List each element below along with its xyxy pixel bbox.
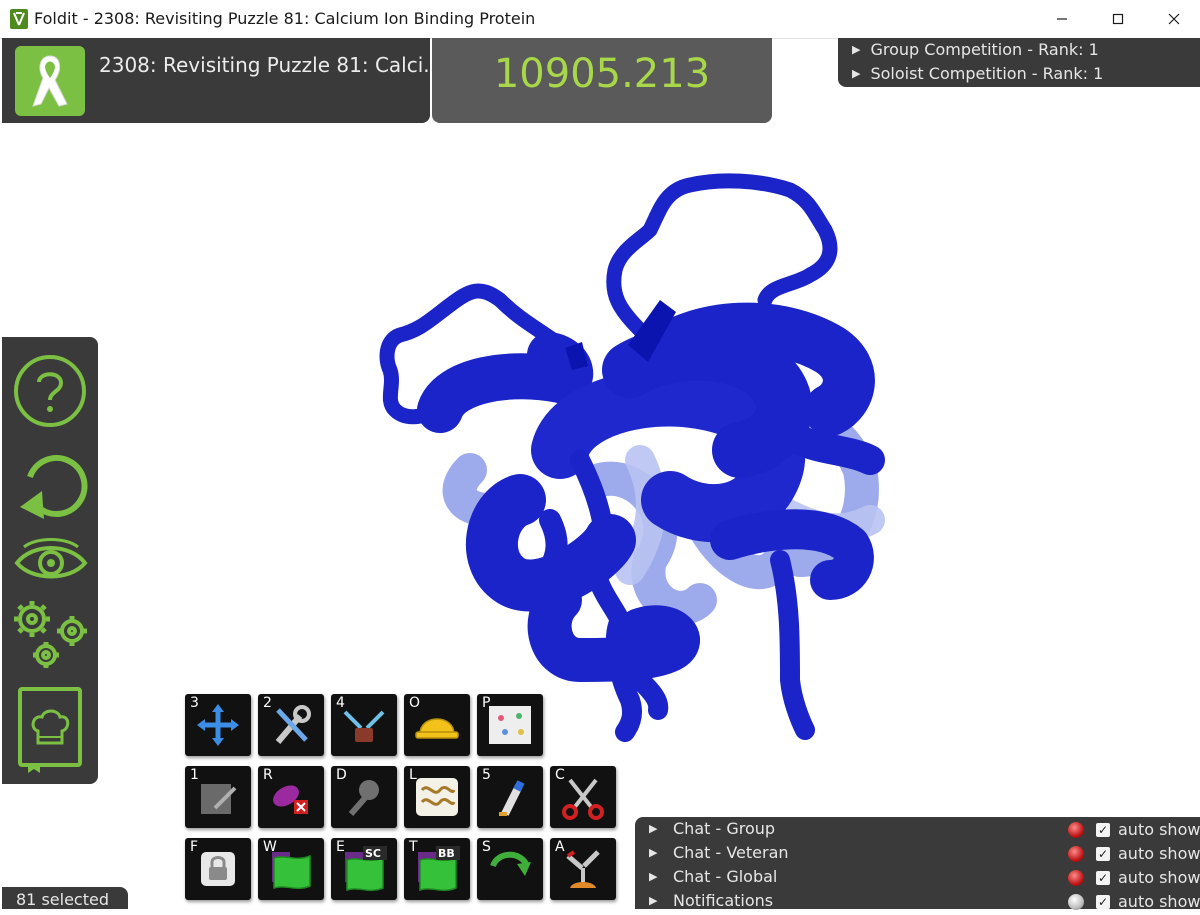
backbone-badge: BB	[438, 847, 455, 860]
mutate-tool-button[interactable]: A	[550, 838, 616, 900]
chat-label: Chat - Veteran	[673, 843, 789, 862]
auto-show-label: auto show	[1118, 820, 1200, 839]
auto-show-checkbox[interactable]: ✓	[1096, 847, 1110, 861]
shake-icon	[490, 851, 531, 876]
ribbon-icon	[32, 55, 68, 107]
paint-icon	[499, 780, 525, 816]
auto-show-checkbox[interactable]: ✓	[1096, 895, 1110, 909]
chat-row-notifications[interactable]: ▶ Notifications ✓ auto show	[649, 891, 1200, 915]
freeze-icon	[416, 778, 458, 816]
lock-icon	[201, 852, 235, 886]
chat-row-global[interactable]: ▶ Chat - Global ✓ auto show	[649, 867, 1200, 891]
protein-viewport[interactable]	[300, 150, 940, 770]
protein-connector-d	[529, 509, 568, 591]
wiggle-sidechains-tool-button[interactable]: E SC	[331, 838, 397, 900]
help-icon[interactable]	[12, 353, 88, 429]
band-tool-button[interactable]: 4	[331, 694, 397, 756]
hard-hat-icon	[415, 718, 459, 739]
protein-helix-1	[417, 332, 593, 433]
chat-label: Notifications	[673, 891, 774, 910]
freeze-tool-button[interactable]: L	[404, 766, 470, 828]
notes-icon	[489, 706, 531, 744]
paint-tool-button[interactable]: 5	[477, 766, 543, 828]
remove-bands-tool-button[interactable]: R	[258, 766, 324, 828]
notes-tool-button[interactable]: P	[477, 694, 543, 756]
unread-indicator-icon	[1068, 894, 1084, 910]
settings-icon[interactable]	[8, 595, 94, 671]
selection-status: 81 selected	[2, 887, 128, 909]
view-icon[interactable]	[14, 537, 88, 585]
rebuild-tool-button[interactable]: 2	[258, 694, 324, 756]
expand-triangle-icon: ▶	[649, 822, 658, 835]
cookbook-icon[interactable]	[14, 685, 86, 775]
undo-icon[interactable]	[16, 447, 88, 523]
wiggle-icon	[272, 852, 311, 890]
group-competition-row[interactable]: ▶ Group Competition - Rank: 1	[852, 40, 1099, 59]
protein-tube-right	[785, 425, 885, 475]
window-title: Foldit - 2308: Revisiting Puzzle 81: Cal…	[34, 9, 536, 28]
note-tool-button[interactable]: 1	[185, 766, 251, 828]
auto-show-checkbox[interactable]: ✓	[1096, 871, 1110, 885]
auto-show-label: auto show	[1118, 868, 1200, 887]
mutate-icon	[566, 850, 600, 888]
expand-triangle-icon: ▶	[649, 846, 658, 859]
score-panel[interactable]: 10905.213	[432, 38, 772, 123]
pull-tool-button[interactable]: D	[331, 766, 397, 828]
minimize-icon	[1057, 18, 1067, 20]
note-icon	[201, 784, 237, 814]
wiggle-tool-button[interactable]: W	[258, 838, 324, 900]
chat-panel: ▶ Chat - Group ✓ auto show ▶ Chat - Vete…	[635, 817, 1200, 911]
move-icon	[197, 704, 239, 746]
rubber-band-icon	[343, 710, 385, 742]
remove-bands-icon	[273, 785, 308, 814]
selection-count: 81 selected	[16, 890, 109, 909]
chat-label: Chat - Group	[673, 819, 776, 838]
soloist-competition-row[interactable]: ▶ Soloist Competition - Rank: 1	[852, 64, 1103, 83]
unread-indicator-icon	[1068, 846, 1084, 862]
score-value: 10905.213	[493, 51, 711, 97]
competition-panel: ▶ Group Competition - Rank: 1 ▶ Soloist Co…	[838, 38, 1200, 87]
unread-indicator-icon	[1068, 870, 1084, 886]
wiggle-sidechains-icon	[345, 846, 387, 892]
cut-tool-button[interactable]: C	[550, 766, 616, 828]
left-toolbar	[2, 337, 98, 784]
puzzle-panel: 2308: Revisiting Puzzle 81: Calci...	[2, 38, 442, 123]
expand-triangle-icon: ▶	[649, 894, 658, 907]
expand-triangle-icon: ▶	[649, 870, 658, 883]
wiggle-backbone-tool-button[interactable]: T BB	[404, 838, 470, 900]
protein-connector-c	[630, 670, 669, 720]
maximize-button[interactable]	[1090, 0, 1146, 38]
window-titlebar: Foldit - 2308: Revisiting Puzzle 81: Cal…	[0, 0, 1200, 39]
expand-triangle-icon: ▶	[852, 43, 861, 56]
scissors-icon	[562, 778, 604, 820]
chat-row-group[interactable]: ▶ Chat - Group ✓ auto show	[649, 819, 1200, 843]
safety-tool-button[interactable]: O	[404, 694, 470, 756]
auto-show-label: auto show	[1118, 892, 1200, 911]
puzzle-menu-button[interactable]	[15, 46, 85, 116]
chat-row-veteran[interactable]: ▶ Chat - Veteran ✓ auto show	[649, 843, 1200, 867]
minimize-button[interactable]	[1034, 0, 1090, 38]
move-tool-button[interactable]: 3	[185, 694, 251, 756]
puzzle-title: 2308: Revisiting Puzzle 81: Calci...	[99, 53, 443, 77]
group-competition-label: Group Competition - Rank: 1	[870, 40, 1099, 59]
chat-label: Chat - Global	[673, 867, 778, 886]
foldit-app-icon	[10, 9, 28, 29]
unread-indicator-icon	[1068, 822, 1084, 838]
lock-tool-button[interactable]: F	[185, 838, 251, 900]
soloist-competition-label: Soloist Competition - Rank: 1	[870, 64, 1104, 83]
auto-show-checkbox[interactable]: ✓	[1096, 823, 1110, 837]
protein-connector-b	[770, 550, 815, 740]
sidechains-badge: SC	[365, 847, 381, 860]
pull-icon	[348, 780, 379, 816]
shake-tool-button[interactable]: S	[477, 838, 543, 900]
protein-connector-a	[570, 450, 643, 742]
maximize-icon	[1112, 13, 1124, 25]
expand-triangle-icon: ▶	[852, 67, 861, 80]
wrench-icon	[275, 705, 311, 744]
auto-show-label: auto show	[1118, 844, 1200, 863]
close-icon	[1168, 13, 1180, 25]
close-button[interactable]	[1146, 0, 1200, 38]
